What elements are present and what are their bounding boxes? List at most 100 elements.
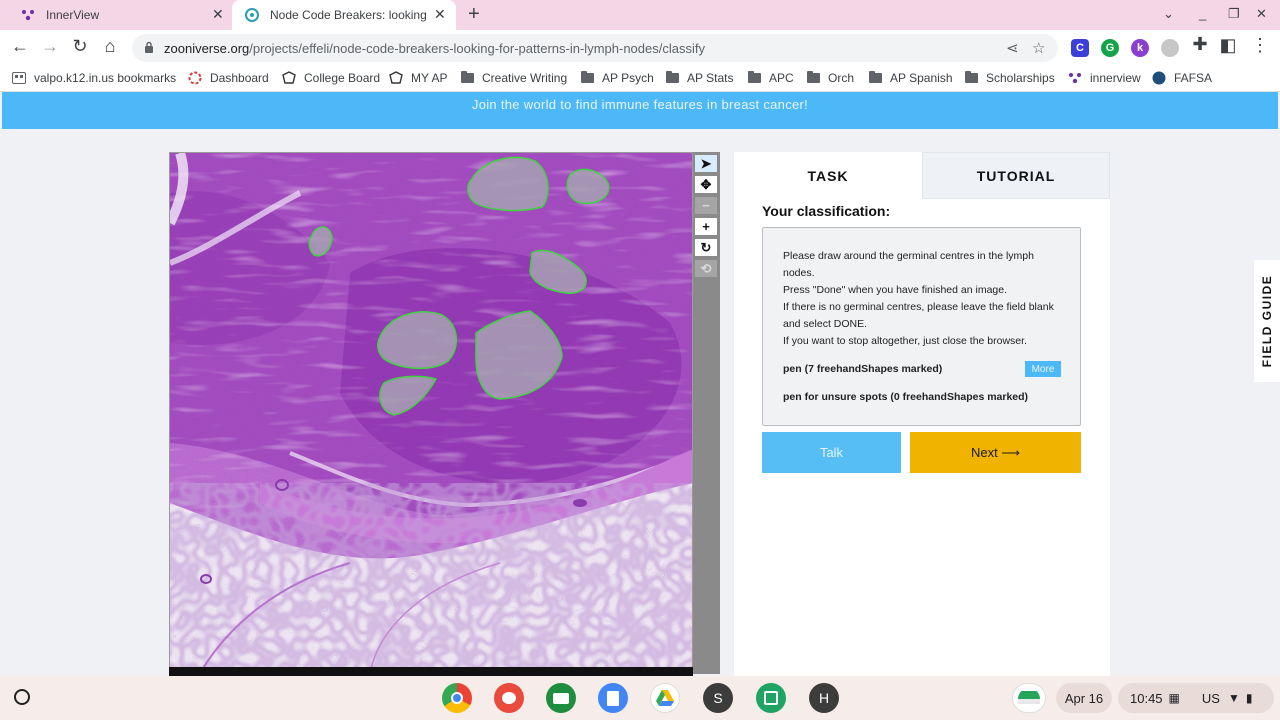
instruction-line: If there is no germinal centres, please …: [783, 301, 1054, 330]
tab-tutorial[interactable]: TUTORIAL: [922, 152, 1110, 199]
bookmark-label: AP Psych: [602, 71, 654, 85]
address-bar[interactable]: zooniverse.org/projects/effeli/node-code…: [132, 34, 1058, 62]
classification-heading: Your classification:: [762, 203, 891, 219]
grammarly-icon[interactable]: G: [1101, 39, 1119, 57]
lymph-node-histology-image: [170, 153, 692, 672]
unsure-pen-tool-option[interactable]: pen for unsure spots (0 freehandShapes m…: [783, 391, 1028, 403]
field-guide-label: FIELD GUIDE: [1260, 274, 1274, 368]
dashboard-icon: [188, 71, 202, 85]
bookmark-item[interactable]: Creative Writing: [460, 71, 567, 85]
locale-text: US: [1201, 690, 1220, 706]
bookmark-label: valpo.k12.in.us bookmarks: [34, 71, 177, 85]
star-icon[interactable]: ☆: [1032, 39, 1045, 57]
home-icon[interactable]: ⌂: [98, 36, 122, 57]
bookmark-item[interactable]: Scholarships: [964, 71, 1055, 85]
pointer-tool-icon[interactable]: ➤: [695, 155, 717, 172]
chrome-app-icon[interactable]: [442, 683, 472, 713]
share-icon[interactable]: ⋖: [1006, 39, 1019, 57]
reset-view-icon[interactable]: ⟲: [695, 260, 717, 277]
field-guide-tab[interactable]: FIELD GUIDE: [1254, 260, 1280, 382]
s-app-icon[interactable]: S: [703, 683, 733, 713]
talk-button[interactable]: Talk: [762, 432, 901, 473]
url-text: zooniverse.org/projects/effeli/node-code…: [164, 41, 705, 56]
bookmark-item[interactable]: AP Spanish: [868, 71, 953, 85]
zoom-in-icon[interactable]: +: [695, 218, 717, 235]
restore-icon[interactable]: ❐: [1228, 6, 1240, 22]
tab-title: InnerView: [46, 8, 100, 22]
classification-panel: TASK TUTORIAL Your classification: Pleas…: [734, 152, 1110, 676]
tote-thumbnail-icon[interactable]: [1012, 683, 1046, 713]
close-icon[interactable]: ✕: [212, 6, 224, 23]
bookmark-item[interactable]: AP Psych: [580, 71, 654, 85]
subject-image-viewer[interactable]: [169, 152, 693, 673]
side-panel-icon[interactable]: ◧: [1216, 35, 1240, 56]
extension-k-icon[interactable]: k: [1131, 39, 1149, 57]
instruction-line: Please draw around the germinal centres …: [783, 250, 1034, 279]
os-shelf: Apr 16 10:45 ▦ US ▼ ▮ S H: [0, 676, 1280, 720]
close-icon[interactable]: ✕: [434, 6, 446, 23]
bookmark-item[interactable]: APC: [747, 71, 794, 85]
bookmark-item[interactable]: AP Stats: [665, 71, 733, 85]
bookmarks-app-icon: [12, 71, 26, 85]
new-tab-icon[interactable]: +: [468, 3, 480, 26]
wifi-icon: ▼: [1227, 691, 1240, 705]
bookmark-label: Scholarships: [986, 71, 1055, 85]
college-board-icon: [282, 71, 296, 85]
extension-grey-icon[interactable]: [1161, 39, 1179, 57]
minimize-icon[interactable]: _: [1199, 6, 1206, 21]
pan-tool-icon[interactable]: ✥: [695, 176, 717, 193]
project-banner: Join the world to find immune features i…: [2, 92, 1278, 129]
zooniverse-page: Join the world to find immune features i…: [0, 92, 1280, 676]
bookmark-label: Orch: [828, 71, 855, 85]
bookmark-item[interactable]: MY AP: [389, 71, 447, 85]
reload-icon[interactable]: ↻: [68, 36, 92, 57]
bookmark-label: Creative Writing: [482, 71, 568, 85]
launcher-icon[interactable]: [14, 689, 30, 705]
viewer-frame-edge: [169, 667, 693, 676]
bookmark-item[interactable]: Dashboard: [188, 71, 269, 85]
drive-app-icon[interactable]: [650, 683, 680, 713]
zoom-out-icon[interactable]: −: [695, 197, 717, 214]
calculator-app-icon[interactable]: [756, 683, 786, 713]
bookmark-label: College Board: [304, 71, 381, 85]
instruction-line: Press "Done" when you have finished an i…: [783, 284, 1008, 296]
extension-c-icon[interactable]: C: [1071, 39, 1089, 57]
next-button[interactable]: Next ⟶: [910, 432, 1081, 473]
h-app-icon[interactable]: H: [809, 683, 839, 713]
extensions-puzzle-icon[interactable]: ✚: [1188, 34, 1212, 55]
rotate-icon[interactable]: ↻: [695, 239, 717, 256]
url-path: /projects/effeli/node-code-breakers-look…: [249, 41, 705, 56]
bookmark-label: AP Stats: [687, 71, 734, 85]
status-area[interactable]: 10:45 ▦ US ▼ ▮: [1118, 683, 1274, 713]
menu-kebab-icon[interactable]: ⋮: [1248, 35, 1272, 56]
date-pill[interactable]: Apr 16: [1056, 683, 1112, 713]
tab-task[interactable]: TASK: [734, 152, 922, 199]
classroom-app-icon[interactable]: [546, 683, 576, 713]
bookmark-label: MY AP: [411, 71, 448, 85]
folder-icon: [665, 71, 679, 85]
folder-icon: [580, 71, 594, 85]
close-window-icon[interactable]: ✕: [1256, 6, 1267, 22]
paint-app-icon[interactable]: [494, 683, 524, 713]
bookmark-item[interactable]: valpo.k12.in.us bookmarks: [12, 71, 176, 85]
innerview-icon: [1068, 71, 1082, 85]
docs-app-icon[interactable]: [598, 683, 628, 713]
bookmark-item[interactable]: Orch: [806, 71, 854, 85]
back-icon[interactable]: ←: [8, 36, 32, 57]
bookmark-label: FAFSA: [1174, 71, 1213, 85]
chevron-down-icon[interactable]: ⌄: [1163, 6, 1174, 22]
bookmark-item[interactable]: innerview: [1068, 71, 1141, 85]
forward-icon[interactable]: →: [38, 36, 62, 57]
tab-innerview[interactable]: InnerView ✕: [8, 0, 230, 30]
bookmark-label: APC: [769, 71, 794, 85]
folder-icon: [460, 71, 474, 85]
tab-title: Node Code Breakers: looking for: [270, 8, 430, 22]
bookmark-item[interactable]: College Board: [282, 71, 380, 85]
tab-node-code-breakers[interactable]: Node Code Breakers: looking for ✕: [232, 0, 456, 30]
folder-icon: [868, 71, 882, 85]
battery-icon: ▮: [1245, 691, 1253, 705]
instruction-line: If you want to stop altogether, just clo…: [783, 335, 1027, 347]
more-button[interactable]: More: [1025, 361, 1061, 377]
bookmark-item[interactable]: FAFSA: [1152, 71, 1212, 85]
pen-tool-option[interactable]: pen (7 freehandShapes marked): [783, 363, 942, 375]
